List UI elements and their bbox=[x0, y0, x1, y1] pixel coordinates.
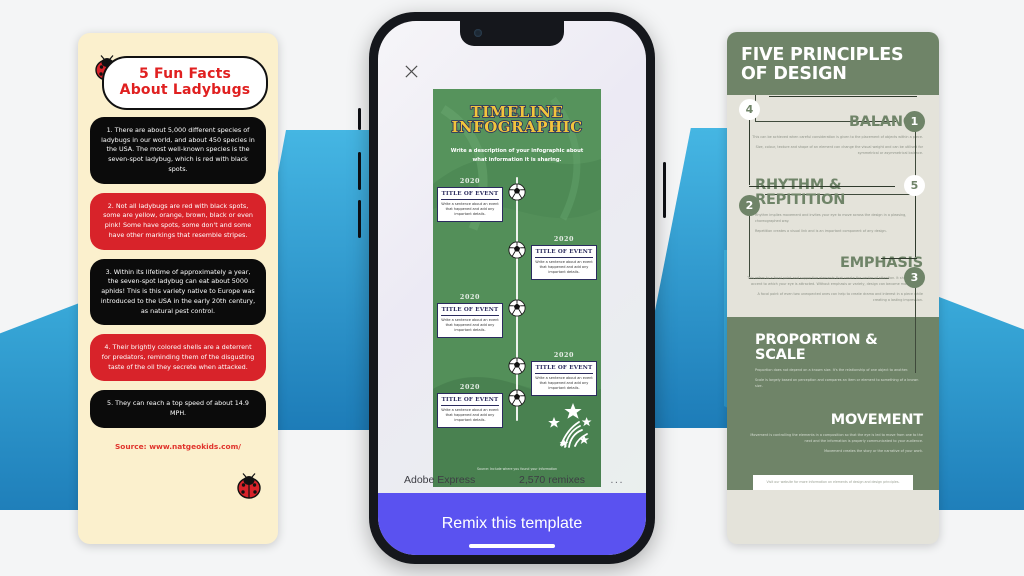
close-icon[interactable] bbox=[404, 64, 419, 79]
ladybug-title-line2: About Ladybugs bbox=[119, 82, 251, 98]
design-panel-title-line1: FIVE PRINCIPLES bbox=[741, 45, 904, 65]
timeline-event-year: 2020 bbox=[459, 292, 481, 301]
connector-line-5c bbox=[881, 257, 917, 260]
timeline-event-body: Write a sentence about an event that hap… bbox=[441, 407, 499, 423]
design-panel-title-line2: OF DESIGN bbox=[741, 63, 847, 84]
timeline-event-year: 2020 bbox=[459, 176, 481, 185]
template-description: Write a description of your infographic … bbox=[450, 148, 584, 163]
section-proportion-scale: PROPORTION & SCALE Proportion does not d… bbox=[727, 317, 939, 403]
design-principles-panel: FIVE PRINCIPLES OF DESIGN 1 BALANCE This… bbox=[727, 32, 939, 544]
section-paragraph: Scale is largely based on perception and… bbox=[755, 378, 919, 389]
ladybug-fact-5: 5. They can reach a top speed of about 1… bbox=[90, 390, 266, 428]
section-title: BALANCE bbox=[848, 114, 923, 131]
section-paragraph: Movement is controlling the elements in … bbox=[750, 433, 923, 444]
timeline-event-year: 2020 bbox=[459, 382, 481, 391]
timeline-event-body: Write a sentence about an event that hap… bbox=[535, 375, 593, 391]
section-paragraph: Size, colour, texture and shape of an el… bbox=[755, 145, 923, 156]
section-badge-2: 2 bbox=[739, 195, 760, 217]
timeline-event-body: Write a sentence about an event that hap… bbox=[441, 201, 499, 217]
timeline-event-title: TITLE OF EVENT bbox=[441, 191, 499, 200]
timeline-event-title: TITLE OF EVENT bbox=[535, 249, 593, 258]
design-panel-dark-block: 4 PROPORTION & SCALE Proportion does not… bbox=[727, 96, 939, 490]
timeline-event-title: TITLE OF EVENT bbox=[441, 307, 499, 316]
template-meta-bar: Adobe Express 2,570 remixes ... bbox=[378, 467, 646, 493]
section-title: RHYTHM & REPITITION bbox=[755, 177, 846, 209]
ladybug-fact-2: 2. Not all ladybugs are red with black s… bbox=[90, 192, 266, 250]
soccer-ball-icon bbox=[508, 299, 526, 317]
ladybug-fact-4: 4. Their brightly colored shells are a d… bbox=[90, 334, 266, 382]
soccer-ball-icon bbox=[508, 183, 526, 201]
timeline-event-body: Write a sentence about an event that hap… bbox=[535, 259, 593, 275]
phone-volume-up-button bbox=[358, 152, 361, 190]
soccer-ball-icon bbox=[508, 389, 526, 407]
section-paragraph: Proportion does not depend on a known si… bbox=[755, 368, 909, 373]
connector-line-4 bbox=[769, 95, 917, 98]
home-indicator bbox=[469, 544, 555, 548]
section-movement: MOVEMENT Movement is controlling the ele… bbox=[727, 403, 939, 468]
phone-mute-switch bbox=[358, 108, 361, 130]
ladybug-infographic-panel: 5 Fun Facts About Ladybugs 1. There are … bbox=[78, 33, 278, 544]
timeline-event-5: 2020 TITLE OF EVENT Write a sentence abo… bbox=[437, 383, 503, 429]
design-panel-footer: Visit our website for more information o… bbox=[753, 474, 913, 490]
connector-line-5 bbox=[749, 185, 895, 188]
design-panel-header: FIVE PRINCIPLES OF DESIGN bbox=[727, 32, 939, 96]
section-paragraph: This refers to a focal point and support… bbox=[747, 275, 923, 287]
ladybug-header: 5 Fun Facts About Ladybugs bbox=[88, 56, 268, 110]
ladybug-title-line1: 5 Fun Facts bbox=[138, 66, 231, 83]
timeline-event-3: 2020 TITLE OF EVENT Write a sentence abo… bbox=[437, 293, 503, 339]
phone-power-button bbox=[663, 162, 666, 218]
design-panel-body: 1 BALANCE This can be achieved when care… bbox=[727, 95, 939, 490]
section-title: PROPORTION & SCALE bbox=[755, 332, 878, 364]
phone-screen: TIMELINE INFOGRAPHIC Write a description… bbox=[378, 21, 646, 555]
ladybug-fact-1: 1. There are about 5,000 different speci… bbox=[90, 117, 266, 184]
timeline: 2020 TITLE OF EVENT Write a sentence abo… bbox=[433, 176, 601, 429]
timeline-event-year: 2020 bbox=[553, 234, 575, 243]
fireworks-icon bbox=[548, 403, 592, 448]
section-badge-4: 4 bbox=[739, 99, 760, 121]
ladybug-fact-3: 3. Within its lifetime of approximately … bbox=[90, 258, 266, 326]
template-title-block: TIMELINE INFOGRAPHIC bbox=[433, 89, 601, 136]
timeline-event-1: 2020 TITLE OF EVENT Write a sentence abo… bbox=[437, 177, 503, 223]
section-badge-5: 5 bbox=[904, 175, 925, 197]
connector-line-4b bbox=[749, 109, 751, 186]
phone-volume-down-button bbox=[358, 200, 361, 238]
ladybug-icon-bottom bbox=[237, 473, 261, 499]
template-preview[interactable]: TIMELINE INFOGRAPHIC Write a description… bbox=[433, 89, 601, 487]
phone-notch bbox=[460, 21, 564, 46]
ladybug-source: Source: www.natgeokids.com/ bbox=[114, 441, 241, 451]
canvas: 5 Fun Facts About Ladybugs 1. There are … bbox=[0, 0, 1024, 576]
timeline-event-title: TITLE OF EVENT bbox=[441, 397, 499, 406]
section-title: MOVEMENT bbox=[830, 412, 923, 429]
section-badge-1: 1 bbox=[904, 111, 925, 133]
timeline-event-year: 2020 bbox=[553, 350, 575, 359]
timeline-event-4: 2020 TITLE OF EVENT Write a sentence abo… bbox=[531, 351, 597, 397]
front-camera-icon bbox=[474, 29, 482, 37]
ladybug-title-box: 5 Fun Facts About Ladybugs bbox=[102, 56, 268, 110]
soccer-ball-icon bbox=[508, 357, 526, 375]
section-badge-3: 3 bbox=[904, 267, 925, 289]
soccer-ball-icon bbox=[508, 241, 526, 259]
timeline-event-title: TITLE OF EVENT bbox=[535, 365, 593, 374]
section-paragraph: Movement creates the story or the narrat… bbox=[824, 449, 923, 454]
timeline-event-body: Write a sentence about an event that hap… bbox=[441, 317, 499, 333]
brand-label: Adobe Express bbox=[404, 474, 476, 486]
more-options-icon[interactable]: ... bbox=[610, 474, 624, 486]
section-paragraph: Rhythm implies movement and invites your… bbox=[755, 212, 907, 223]
section-paragraph: This can be achieved when careful consid… bbox=[752, 134, 923, 139]
phone-mockup: TIMELINE INFOGRAPHIC Write a description… bbox=[358, 12, 666, 564]
timeline-event-2: 2020 TITLE OF EVENT Write a sentence abo… bbox=[531, 235, 597, 281]
section-paragraph: A focal point of even two unexpected one… bbox=[757, 292, 923, 303]
template-title-line2: INFOGRAPHIC bbox=[451, 118, 583, 136]
remix-count-label: 2,570 remixes bbox=[519, 474, 585, 486]
section-paragraph: Repetition creates a visual link and is … bbox=[755, 229, 887, 234]
